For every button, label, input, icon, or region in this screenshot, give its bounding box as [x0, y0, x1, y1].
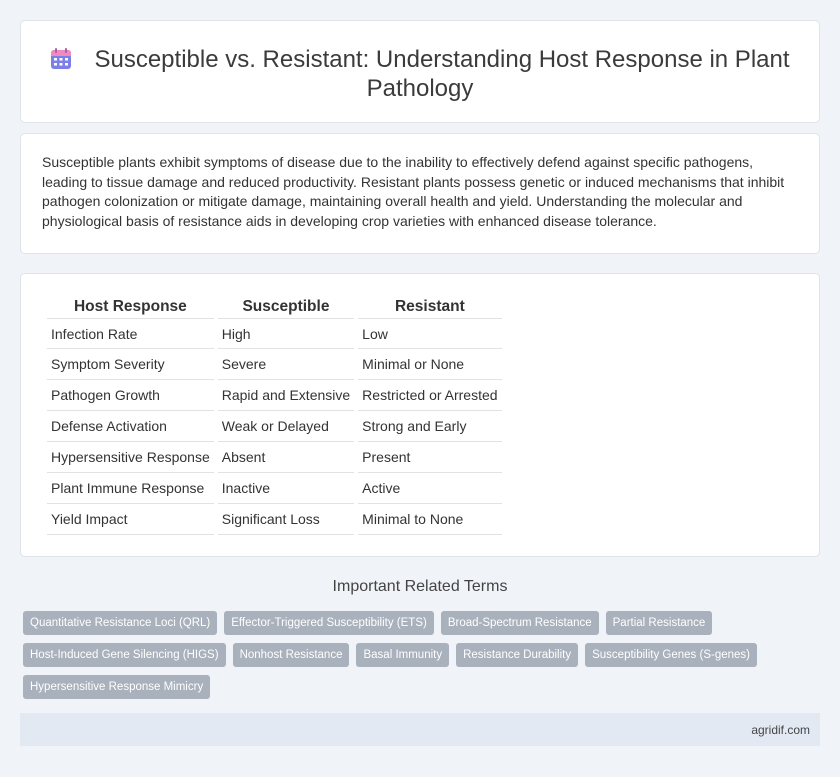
table-row: Yield Impact Significant Loss Minimal to… — [47, 504, 502, 535]
footer-bar: agridif.com — [20, 713, 820, 746]
table-cell: Absent — [217, 442, 355, 473]
table-row: Infection Rate High Low — [47, 318, 502, 349]
table-row: Symptom Severity Severe Minimal or None — [47, 349, 502, 380]
tag-row: Quantitative Resistance Loci (QRL) Effect… — [23, 611, 803, 643]
table-cell: Rapid and Extensive — [217, 380, 355, 411]
related-terms-list: Quantitative Resistance Loci (QRL) Effect… — [23, 611, 803, 707]
column-header: Host Response — [73, 298, 187, 315]
column-header: Susceptible — [242, 298, 330, 315]
intro-paragraph: Susceptible plants exhibit symptoms of d… — [42, 154, 785, 229]
table-cell: Weak or Delayed — [217, 411, 355, 442]
tag-row: Hypersensitive Response Mimicry — [23, 675, 803, 707]
calendar-icon — [51, 48, 72, 69]
table-cell: High — [217, 318, 355, 349]
table-cell: Severe — [217, 349, 355, 380]
intro-card: Susceptible plants exhibit symptoms of d… — [20, 133, 820, 254]
related-term-tag[interactable]: Partial Resistance — [605, 611, 713, 635]
table-header-row: Host Response Susceptible Resistant — [47, 296, 502, 318]
comparison-card: Host Response Susceptible Resistant Infe… — [20, 273, 820, 557]
table-cell: Inactive — [217, 473, 355, 504]
related-term-tag[interactable]: Resistance Durability — [456, 643, 579, 667]
table-row: Pathogen Growth Rapid and Extensive Rest… — [47, 380, 502, 411]
related-terms-heading: Important Related Terms — [332, 578, 508, 595]
table-cell: Restricted or Arrested — [358, 380, 502, 411]
table-cell: Yield Impact — [47, 504, 214, 535]
title-card: Susceptible vs. Resistant: Understanding… — [20, 20, 820, 123]
related-term-tag[interactable]: Broad-Spectrum Resistance — [440, 611, 599, 635]
table-cell: Strong and Early — [358, 411, 502, 442]
related-term-tag[interactable]: Nonhost Resistance — [232, 643, 350, 667]
table-cell: Low — [358, 318, 502, 349]
related-term-tag[interactable]: Quantitative Resistance Loci (QRL) — [23, 611, 218, 635]
table-row: Defense Activation Weak or Delayed Stron… — [47, 411, 502, 442]
table-row: Plant Immune Response Inactive Active — [47, 473, 502, 504]
page-title: Susceptible vs. Resistant: Understanding… — [94, 46, 790, 102]
related-term-tag[interactable]: Basal Immunity — [356, 643, 450, 667]
table-row: Hypersensitive Response Absent Present — [47, 442, 502, 473]
table-cell: Active — [358, 473, 502, 504]
table-cell: Minimal or None — [358, 349, 502, 380]
table-cell: Defense Activation — [47, 411, 214, 442]
table-cell: Infection Rate — [47, 318, 214, 349]
related-term-tag[interactable]: Effector-Triggered Susceptibility (ETS) — [224, 611, 434, 635]
column-header: Resistant — [394, 298, 465, 315]
table-cell: Significant Loss — [217, 504, 355, 535]
related-term-tag[interactable]: Susceptibility Genes (S-genes) — [585, 643, 757, 667]
table-cell: Plant Immune Response — [47, 473, 214, 504]
page-title-wrap: Susceptible vs. Resistant: Understanding… — [21, 45, 819, 103]
footer-site-link[interactable]: agridif.com — [751, 723, 810, 737]
related-term-tag[interactable]: Hypersensitive Response Mimicry — [23, 675, 211, 699]
table-cell: Hypersensitive Response — [47, 442, 214, 473]
table-cell: Minimal to None — [358, 504, 502, 535]
table-cell: Pathogen Growth — [47, 380, 214, 411]
comparison-table: Host Response Susceptible Resistant Infe… — [43, 296, 506, 535]
related-term-tag[interactable]: Host-Induced Gene Silencing (HIGS) — [23, 643, 226, 667]
tag-row: Host-Induced Gene Silencing (HIGS) Nonhos… — [23, 643, 803, 675]
table-cell: Present — [358, 442, 502, 473]
table-cell: Symptom Severity — [47, 349, 214, 380]
